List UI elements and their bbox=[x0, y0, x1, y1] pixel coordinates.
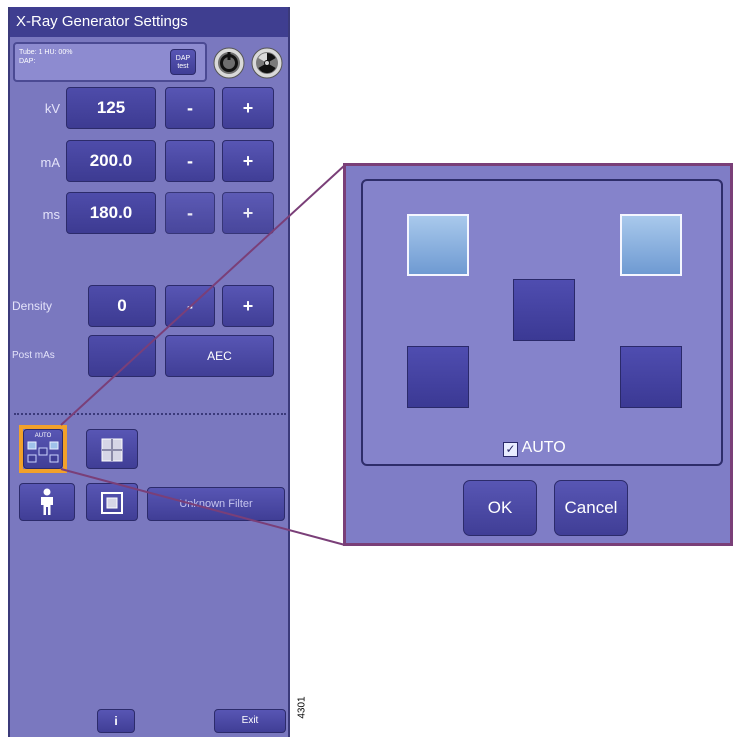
chamber-selection-dialog: ✓ AUTO OK Cancel bbox=[343, 163, 733, 546]
selection-highlight bbox=[19, 425, 67, 473]
power-status-icon[interactable] bbox=[212, 46, 246, 80]
tube-status-box: Tube: 1 HU: 00% DAP: DAP test bbox=[13, 42, 207, 82]
window-grid-icon bbox=[101, 438, 123, 462]
kv-value: 125 bbox=[66, 87, 156, 129]
post-mas-value bbox=[88, 335, 156, 377]
auto-checkbox-label: AUTO bbox=[521, 439, 566, 456]
density-decrease-button[interactable]: - bbox=[165, 285, 215, 327]
density-value: 0 bbox=[88, 285, 156, 327]
dap-test-button[interactable]: DAP test bbox=[170, 49, 196, 75]
chamber-top-left[interactable] bbox=[407, 214, 469, 276]
kv-label: kV bbox=[44, 101, 60, 116]
post-mas-label: Post mAs bbox=[12, 350, 55, 361]
square-target-icon bbox=[101, 492, 123, 514]
section-divider bbox=[14, 413, 286, 415]
generator-settings-panel: X-Ray Generator Settings Tube: 1 HU: 00%… bbox=[8, 7, 290, 737]
chamber-bottom-left[interactable] bbox=[407, 346, 469, 408]
exit-button[interactable]: Exit bbox=[214, 709, 286, 733]
chamber-selection-area: ✓ AUTO bbox=[361, 179, 723, 466]
dap-status: DAP: bbox=[19, 58, 36, 65]
collimation-button[interactable] bbox=[86, 429, 138, 469]
ms-increase-button[interactable]: + bbox=[222, 192, 274, 234]
chamber-top-right[interactable] bbox=[620, 214, 682, 276]
ma-value: 200.0 bbox=[66, 140, 156, 182]
window-title: X-Ray Generator Settings bbox=[10, 7, 288, 37]
ms-value: 180.0 bbox=[66, 192, 156, 234]
info-button[interactable]: i bbox=[97, 709, 135, 733]
figure-id: 4301 bbox=[297, 688, 321, 732]
person-icon bbox=[41, 488, 53, 515]
patient-size-button[interactable] bbox=[19, 483, 75, 521]
cancel-button[interactable]: Cancel bbox=[554, 480, 628, 536]
ma-decrease-button[interactable]: - bbox=[165, 140, 215, 182]
ms-label: ms bbox=[42, 207, 60, 222]
density-increase-button[interactable]: + bbox=[222, 285, 274, 327]
aec-button[interactable]: AEC bbox=[165, 335, 274, 377]
chamber-bottom-right[interactable] bbox=[620, 346, 682, 408]
chamber-center[interactable] bbox=[513, 279, 575, 341]
grid-button[interactable] bbox=[86, 483, 138, 521]
figure-id-text: 4301 bbox=[296, 696, 308, 719]
ms-decrease-button[interactable]: - bbox=[165, 192, 215, 234]
kv-increase-button[interactable]: + bbox=[222, 87, 274, 129]
auto-checkbox[interactable]: ✓ bbox=[503, 442, 518, 457]
kv-decrease-button[interactable]: - bbox=[165, 87, 215, 129]
ma-increase-button[interactable]: + bbox=[222, 140, 274, 182]
ma-label: mA bbox=[40, 155, 61, 170]
radiation-icon[interactable] bbox=[250, 46, 284, 80]
auto-checkbox-row[interactable]: ✓ AUTO bbox=[503, 439, 566, 457]
ok-button[interactable]: OK bbox=[463, 480, 537, 536]
density-label: Density bbox=[12, 299, 53, 313]
tube-hu-status: Tube: 1 HU: 00% bbox=[19, 49, 73, 56]
filter-button[interactable]: Unknown Filter bbox=[147, 487, 285, 521]
